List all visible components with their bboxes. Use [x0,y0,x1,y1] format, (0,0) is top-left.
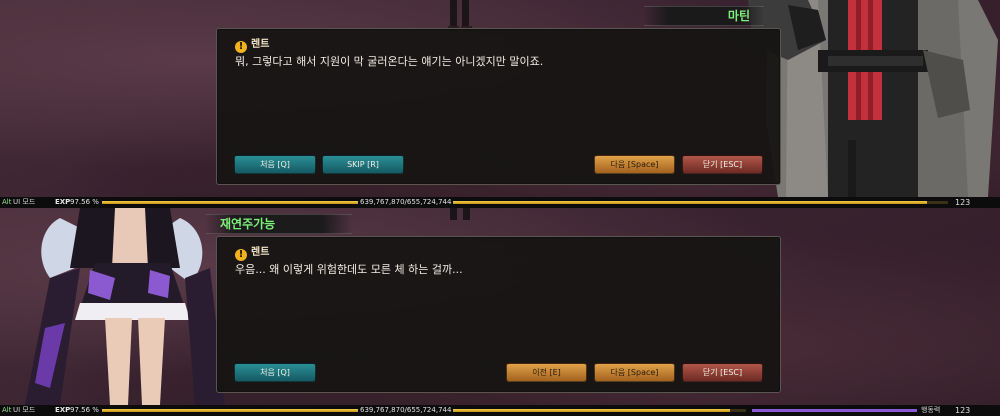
close-button[interactable]: 닫기 [ESC] [682,155,763,174]
dialog-box: ! 렌트 뭐, 그렇다고 해서 지원이 막 굴러온다는 얘기는 아니겠지만 말이죠… [216,28,781,185]
exp-percent: 97.56 % [70,406,99,414]
first-button[interactable]: 처음 [Q] [234,363,316,382]
close-button[interactable]: 닫기 [ESC] [682,363,763,382]
dialog-box: ! 렌트 우음... 왜 이렇게 위험한데도 모른 체 하는 걸까... 처음 [… [216,236,781,393]
next-button[interactable]: 다음 [Space] [594,363,675,382]
exp-numbers: 639,767,870/655,724,744 [358,405,454,416]
action-point-label: 행동력 [921,406,941,414]
speaker-tag-label: 마틴 [727,9,750,23]
action-point-bar-fill [752,409,917,412]
cutscene-top: 마틴 ! 렌트 뭐, 그렇다고 해서 지원이 막 굴러온다는 얘기는 아니겠지만 … [0,0,1000,197]
first-button[interactable]: 처음 [Q] [234,155,316,174]
status-bar: Alt UI 모드 EXP 97.56 % 639,767,870/655,72… [0,197,1000,208]
warning-icon: ! [235,41,247,53]
exp-bar-fill [102,201,928,204]
exp-label: EXP [55,406,71,414]
warning-icon: ! [235,249,247,261]
exp-numbers: 639,767,870/655,724,744 [358,197,454,208]
speaker-label: ! 렌트 [235,35,269,53]
speaker-tag: 재연주가능 [206,214,352,234]
alt-key-label[interactable]: Alt [2,405,11,416]
character-martin [748,0,998,197]
speaker-name: 렌트 [251,39,270,50]
prev-button[interactable]: 이전 [E] [506,363,587,382]
ui-mode-label[interactable]: UI 모드 [13,197,35,208]
skip-button[interactable]: SKIP [R] [322,155,404,174]
speaker-tag: 마틴 [644,6,764,26]
character-legs-bottom [450,208,470,220]
cutscene-bottom: 재연주가능 ! 렌트 우음... 왜 이렇게 위험한데도 모른 체 하는 걸까..… [0,208,1000,405]
exp-label: EXP [55,198,71,206]
character-girl [25,208,225,405]
ui-mode-label[interactable]: UI 모드 [13,405,35,416]
speaker-name: 렌트 [251,247,270,258]
alt-key-label[interactable]: Alt [2,197,11,208]
speaker-label: ! 렌트 [235,243,269,261]
exp-bar [102,201,948,204]
status-bar: Alt UI 모드 EXP 97.56 % 639,767,870/655,72… [0,405,1000,416]
action-point-bar [752,409,917,412]
dialog-text: 뭐, 그렇다고 해서 지원이 막 굴러온다는 얘기는 아니겠지만 말이죠. [235,55,544,68]
level-number: 123 [955,198,971,207]
dialog-text: 우음... 왜 이렇게 위험한데도 모른 체 하는 걸까... [235,263,463,276]
next-button[interactable]: 다음 [Space] [594,155,675,174]
exp-percent: 97.56 % [70,198,99,206]
level-number: 123 [955,406,971,415]
speaker-tag-label: 재연주가능 [220,217,276,231]
